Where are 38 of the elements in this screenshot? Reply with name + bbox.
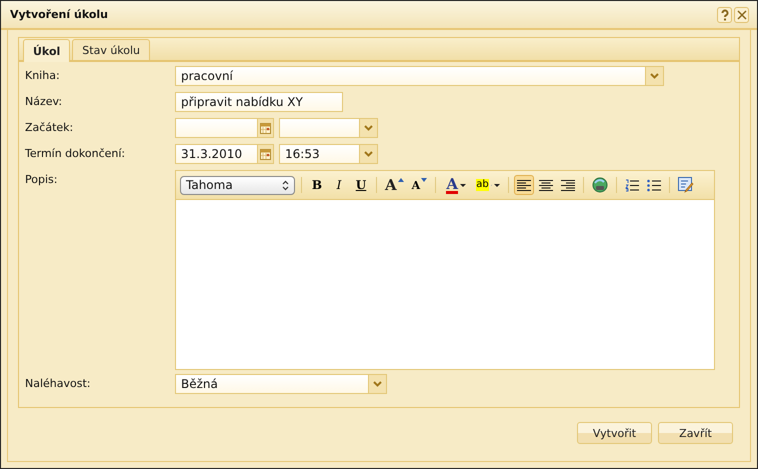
field-label: Termín dokončení: <box>25 146 126 160</box>
caret-icon <box>650 73 659 79</box>
underline-button[interactable]: U <box>351 175 371 195</box>
time-dropdown[interactable]: 16:53 <box>279 144 378 164</box>
italic-button[interactable]: I <box>329 175 349 195</box>
dropdown[interactable]: Běžná <box>175 374 387 394</box>
close-button[interactable] <box>734 6 749 22</box>
date-field[interactable] <box>175 118 274 138</box>
align-left-button[interactable] <box>514 175 534 195</box>
window-title: Vytvoření úkolu <box>10 8 108 21</box>
font-color-button[interactable]: A <box>441 175 472 195</box>
caret-icon <box>494 184 500 186</box>
caret-icon <box>364 125 373 131</box>
caret-icon <box>364 151 373 157</box>
field-label: Naléhavost: <box>25 376 92 390</box>
field-label: Kniha: <box>25 68 61 82</box>
grow-font-button[interactable]: A <box>382 175 407 195</box>
dialog-button[interactable]: Zavřít <box>658 422 733 444</box>
shrink-font-button[interactable]: A <box>408 175 430 195</box>
tab[interactable]: Úkol <box>23 39 70 62</box>
tab[interactable]: Stav úkolu <box>72 39 150 60</box>
bold-button[interactable]: B <box>307 175 327 195</box>
help-icon <box>718 8 730 20</box>
calendar-icon <box>260 122 271 134</box>
caret-icon <box>373 381 382 387</box>
field-label: Začátek: <box>25 120 74 134</box>
highlight-button[interactable]: ab <box>473 175 504 195</box>
input-field[interactable]: připravit nabídku XY <box>175 92 343 112</box>
calendar-icon <box>260 148 271 160</box>
dialog-button[interactable]: Vytvořit <box>577 422 652 444</box>
field-label: Popis: <box>25 172 58 186</box>
close-icon <box>736 8 748 20</box>
help-button[interactable] <box>717 6 732 22</box>
updown-icon <box>282 180 289 190</box>
date-field[interactable]: 31.3.2010 <box>175 144 274 164</box>
dropdown[interactable]: pracovní <box>175 66 664 86</box>
font-dropdown[interactable]: Tahoma <box>180 176 295 194</box>
field-label: Název: <box>25 94 64 108</box>
